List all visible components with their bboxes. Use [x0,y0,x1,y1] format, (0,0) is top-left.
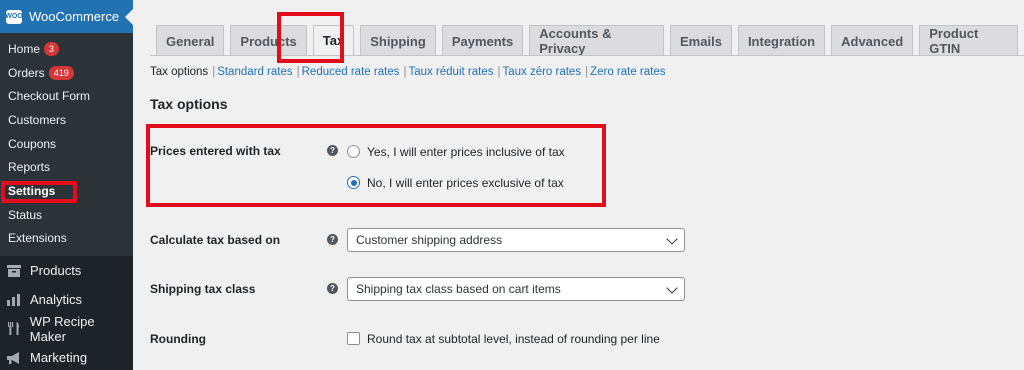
prices-tax-highlight-box [146,124,606,207]
subsection-taux-reduit-rates[interactable]: Taux réduit rates [408,66,493,78]
subsection-zero-rate-rates[interactable]: Zero rate rates [590,66,665,78]
calc-tax-based-on-select[interactable]: Customer shipping address [347,228,685,252]
subsection-standard-rates[interactable]: Standard rates [217,66,292,78]
menu-label: Marketing [30,350,88,365]
admin-sidebar: WOO WooCommerce Home 3 Orders 419 Checko… [0,0,133,370]
menu-label: Products [30,263,82,278]
tab-shipping[interactable]: Shipping [360,25,436,56]
submenu-customers[interactable]: Customers [0,108,133,132]
settings-main: General Products Tax Shipping Payments A… [133,0,1024,370]
menu-label: WP Recipe Maker [29,313,95,344]
help-icon[interactable]: ? [327,283,338,294]
help-icon[interactable]: ? [327,234,338,245]
analytics-icon [6,293,22,307]
submenu-label: Home [8,41,41,56]
woocommerce-menu-header[interactable]: WOO WooCommerce [0,0,133,33]
menu-analytics[interactable]: Analytics [0,285,133,314]
tab-general[interactable]: General [156,25,225,56]
submenu-label: Reports [8,160,51,175]
submenu-home[interactable]: Home 3 [0,37,133,61]
select-value: Shipping tax class based on cart items [356,282,561,296]
submenu-label: Customers [8,112,67,127]
separator: | [497,66,501,78]
shipping-tax-class-label: Shipping tax class [150,282,256,296]
home-count-badge: 3 [44,41,60,56]
shipping-tax-class-select[interactable]: Shipping tax class based on cart items [347,277,685,301]
tax-tab-highlight-box [277,12,344,63]
menu-marketing[interactable]: Marketing [0,343,133,370]
submenu-reports[interactable]: Reports [0,155,133,179]
woocommerce-submenu: Home 3 Orders 419 Checkout Form Customer… [0,33,133,256]
calc-tax-based-on-label: Calculate tax based on [150,233,281,247]
products-icon [6,264,22,278]
menu-products[interactable]: Products [0,256,133,285]
menu-label: Analytics [30,292,83,307]
select-value: Customer shipping address [356,233,503,247]
marketing-icon [6,351,22,365]
tab-integration[interactable]: Integration [737,25,826,56]
separator: | [585,66,589,78]
tab-accounts-privacy[interactable]: Accounts & Privacy [529,25,665,56]
orders-count-badge: 419 [48,65,74,80]
submenu-extensions[interactable]: Extensions [0,227,133,251]
tab-payments[interactable]: Payments [441,25,524,56]
tab-product-gtin[interactable]: Product GTIN [919,25,1018,56]
chevron-down-icon [666,233,678,245]
submenu-label: Coupons [8,136,57,151]
current-menu-arrow [125,9,133,25]
menu-wp-recipe-maker[interactable]: WP Recipe Maker [0,313,133,344]
woocommerce-icon: WOO [5,9,23,24]
submenu-status[interactable]: Status [0,203,133,227]
submenu-checkout-form[interactable]: Checkout Form [0,84,133,108]
separator: | [212,66,216,78]
subsection-taux-zero-rates[interactable]: Taux zéro rates [502,66,581,78]
round-at-subtotal-checkbox[interactable] [347,332,360,345]
submenu-orders[interactable]: Orders 419 [0,61,133,85]
section-title: Tax options [150,96,228,112]
woocommerce-title: WooCommerce [29,9,120,24]
recipe-icon [6,322,22,336]
separator: | [403,66,407,78]
submenu-label: Status [8,207,43,222]
settings-highlight-box [1,181,77,203]
separator: | [296,66,300,78]
round-at-subtotal-label[interactable]: Round tax at subtotal level, instead of … [367,332,660,346]
tab-emails[interactable]: Emails [670,25,732,56]
tab-advanced[interactable]: Advanced [831,25,914,56]
submenu-label: Checkout Form [8,89,91,104]
subsection-reduced-rate-rates[interactable]: Reduced rate rates [302,66,400,78]
submenu-label: Extensions [8,231,67,246]
subsection-current: Tax options [150,66,209,78]
tax-subsections-nav: Tax options | Standard rates | Reduced r… [150,66,666,78]
submenu-coupons[interactable]: Coupons [0,132,133,156]
submenu-label: Orders [8,65,45,80]
rounding-label: Rounding [150,332,206,346]
chevron-down-icon [666,282,678,294]
